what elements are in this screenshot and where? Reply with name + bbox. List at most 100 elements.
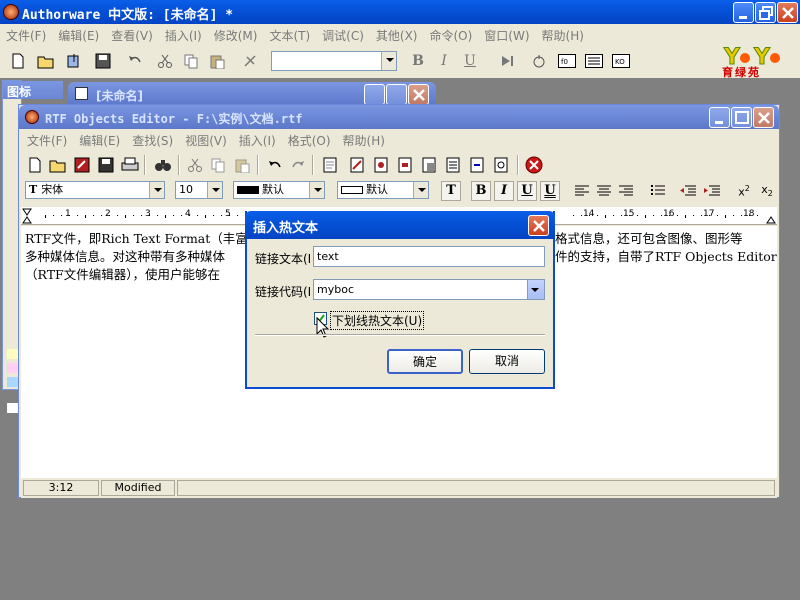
style-combo[interactable] [271, 51, 397, 71]
design-maximize-button[interactable] [386, 84, 407, 105]
rtf-new-icon[interactable] [25, 155, 45, 175]
rtf-open-icon[interactable] [48, 155, 68, 175]
control-panel-icon[interactable] [529, 51, 549, 71]
underline-checkbox-label[interactable]: 下划线热文本(U) [330, 311, 425, 330]
rtf-bold-button[interactable]: B [471, 181, 491, 201]
ruler-number: 16 [663, 209, 675, 219]
paste-icon[interactable] [207, 51, 227, 71]
insert-hotspot-icon[interactable] [347, 155, 367, 175]
bold-icon[interactable]: B [408, 51, 428, 71]
aw-menu-item[interactable]: 修改(M) [208, 27, 264, 44]
rtf-redo-icon[interactable] [288, 155, 308, 175]
aw-menu-item[interactable]: 编辑(E) [52, 27, 105, 44]
text-color-combo[interactable]: 默认 [233, 181, 325, 199]
doc-line: RTF文件，即Rich Text Format（丰富 [25, 231, 248, 246]
rtf-menu-item[interactable]: 插入(I) [233, 132, 282, 149]
close-button[interactable] [777, 2, 798, 23]
restore-button[interactable] [755, 2, 776, 23]
ruler-tick [605, 215, 606, 218]
link-text-input[interactable]: text [313, 246, 545, 267]
design-window-title: [未命名] [96, 89, 143, 103]
italic-icon[interactable]: I [434, 51, 454, 71]
aw-menu-item[interactable]: 查看(V) [105, 27, 159, 44]
insert-symbol-icon[interactable] [491, 155, 511, 175]
save-icon[interactable] [93, 51, 113, 71]
copy-icon[interactable] [181, 51, 201, 71]
bullet-list-icon[interactable] [648, 181, 668, 201]
rtf-find-icon[interactable] [153, 155, 173, 175]
doc-line: 多种媒体信息。对这种带有多种媒体 [25, 249, 226, 264]
aw-menu-item[interactable]: 其他(X) [370, 27, 424, 44]
rtf-menu-item[interactable]: 编辑(E) [73, 132, 126, 149]
rtf-cut-icon[interactable] [185, 155, 205, 175]
rtf-menu-item[interactable]: 帮助(H) [337, 132, 391, 149]
ruler-tick [77, 215, 78, 216]
rtf-maximize-button[interactable] [731, 107, 752, 128]
undo-icon[interactable] [125, 51, 145, 71]
ruler-tick [661, 215, 662, 216]
insert-object-icon[interactable] [320, 155, 340, 175]
align-center-icon[interactable] [594, 181, 614, 201]
rtf-undo-icon[interactable] [265, 155, 285, 175]
ruler-tick [573, 215, 574, 216]
link-code-combo[interactable]: myboc [313, 279, 545, 300]
design-close-button[interactable] [408, 84, 429, 105]
rtf-save-icon[interactable] [96, 155, 116, 175]
insert-link-icon[interactable] [467, 155, 487, 175]
minimize-button[interactable] [733, 2, 754, 23]
ok-button[interactable]: 确定 [387, 349, 463, 374]
aw-menu-item[interactable]: 文本(T) [263, 27, 316, 44]
aw-menu-item[interactable]: 窗口(W) [478, 27, 535, 44]
ruler-number: 1 [65, 209, 71, 219]
insert-page-break-icon[interactable] [395, 155, 415, 175]
align-right-icon[interactable] [616, 181, 636, 201]
font-size-combo[interactable]: 10 [175, 181, 223, 199]
exit-icon[interactable] [524, 155, 544, 175]
font-name-combo[interactable]: T 宋体 [25, 181, 165, 199]
import-icon[interactable] [64, 51, 84, 71]
insert-file-icon[interactable] [419, 155, 439, 175]
rtf-menu-item[interactable]: 查找(S) [126, 132, 179, 149]
align-left-icon[interactable] [572, 181, 592, 201]
variables-icon[interactable] [584, 51, 604, 71]
rtf-menu-item[interactable]: 格式(O) [282, 132, 337, 149]
cancel-button[interactable]: 取消 [469, 349, 545, 374]
ruler-tick [645, 215, 646, 218]
knowledge-objects-icon[interactable]: KO [611, 51, 631, 71]
find-icon[interactable] [240, 51, 260, 71]
aw-menu-item[interactable]: 命令(O) [423, 27, 478, 44]
superscript-icon[interactable]: x2 [734, 181, 754, 201]
aw-menu-item[interactable]: 插入(I) [159, 27, 208, 44]
rtf-open-red-icon[interactable] [72, 155, 92, 175]
increase-indent-icon[interactable] [702, 181, 722, 201]
decrease-indent-icon[interactable] [678, 181, 698, 201]
design-minimize-button[interactable] [364, 84, 385, 105]
aw-menu-item[interactable]: 帮助(H) [536, 27, 590, 44]
rtf-double-underline-button[interactable]: U [540, 181, 560, 201]
rtf-paste-icon[interactable] [232, 155, 252, 175]
rtf-close-button[interactable] [753, 107, 774, 128]
run-icon[interactable] [497, 51, 517, 71]
underline-icon[interactable]: U [460, 51, 480, 71]
ruler-number: 17 [703, 209, 715, 219]
aw-menu-item[interactable]: 文件(F) [0, 27, 52, 44]
aw-menu-item[interactable]: 调试(C) [316, 27, 370, 44]
dialog-close-button[interactable] [528, 215, 549, 236]
rtf-print-icon[interactable] [120, 155, 140, 175]
font-dialog-button[interactable]: T [441, 181, 461, 201]
back-color-combo[interactable]: 默认 [337, 181, 429, 199]
open-folder-icon[interactable] [36, 51, 56, 71]
subscript-icon[interactable]: x2 [757, 181, 777, 201]
functions-icon[interactable]: f0 [557, 51, 577, 71]
rtf-underline-button[interactable]: U [517, 181, 537, 201]
rtf-menu-item[interactable]: 文件(F) [21, 132, 73, 149]
rtf-app-icon [25, 110, 39, 124]
new-file-icon[interactable] [8, 51, 28, 71]
cut-icon[interactable] [155, 51, 175, 71]
rtf-menu-item[interactable]: 视图(V) [179, 132, 233, 149]
insert-text-icon[interactable] [443, 155, 463, 175]
rtf-italic-button[interactable]: I [494, 181, 514, 201]
rtf-copy-icon[interactable] [208, 155, 228, 175]
insert-image-icon[interactable] [371, 155, 391, 175]
rtf-minimize-button[interactable] [709, 107, 730, 128]
